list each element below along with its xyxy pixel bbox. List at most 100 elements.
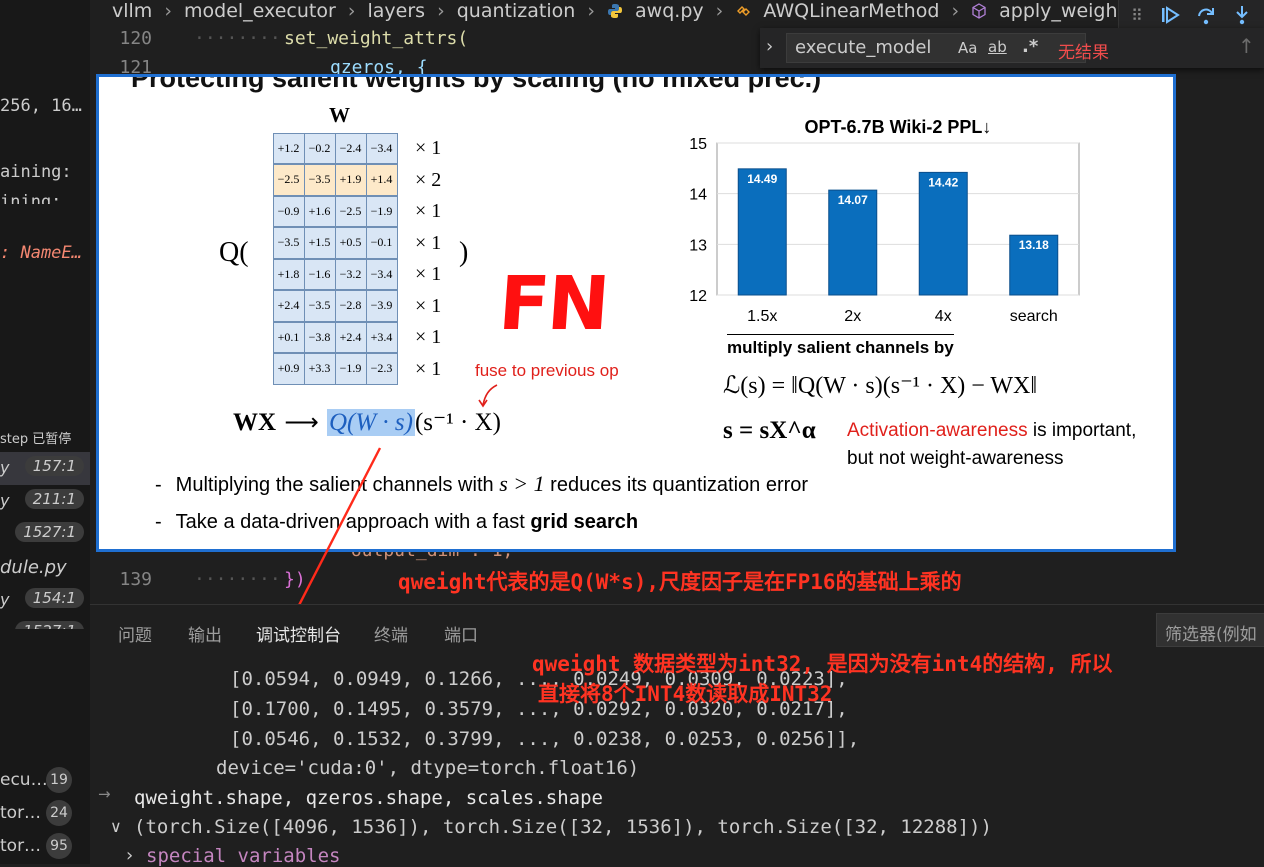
matrix-row: −0.9 +1.6 −2.5 −1.9 × 1: [272, 195, 441, 228]
matrix-cell: −3.5: [272, 227, 305, 259]
awareness-note: Activation-awareness is important, but n…: [847, 417, 1136, 473]
matrix-label: W: [329, 103, 350, 127]
breakpoint-item[interactable]: tor…: [0, 803, 41, 823]
tab-ports[interactable]: 端口: [444, 621, 478, 646]
matrix-row: −3.5 +1.5 +0.5 −0.1 × 1: [272, 227, 441, 260]
breakpoint-item[interactable]: ecu…: [0, 770, 48, 790]
variable-line[interactable]: ining:: [0, 192, 61, 204]
tab-debug-console[interactable]: 调试控制台: [256, 621, 341, 655]
tab-output[interactable]: 输出: [188, 621, 222, 646]
matrix-cell: −2.5: [272, 164, 305, 196]
breadcrumb-item[interactable]: apply_weights: [999, 0, 1120, 22]
callstack-frame[interactable]: y 154:1: [0, 584, 90, 617]
row-multiplier: × 1: [415, 231, 442, 254]
matrix-row: +1.8 −1.6 −3.2 −3.4 × 1: [272, 258, 441, 291]
previous-match-icon[interactable]: ↑: [1238, 34, 1255, 58]
row-multiplier: × 2: [415, 168, 442, 191]
row-multiplier: × 1: [415, 263, 442, 285]
breadcrumb-item[interactable]: quantization: [457, 0, 576, 22]
bar-value-label: 14.42: [928, 175, 958, 189]
matrix-cell: +1.9: [334, 164, 367, 196]
matrix-cell: −0.9: [272, 195, 305, 227]
matrix-cell: −2.4: [334, 132, 367, 164]
code-line[interactable]: }): [284, 569, 306, 590]
input-arrow-icon: →: [98, 785, 111, 803]
quantize-close: ): [459, 237, 469, 268]
handwritten-fn: FN: [495, 261, 611, 347]
matrix-cell: +1.8: [272, 258, 305, 290]
chevron-right-icon[interactable]: ›: [766, 36, 773, 57]
breadcrumb-item[interactable]: AWQLinearMethod: [763, 0, 939, 22]
chevron-right-icon: ›: [164, 0, 172, 22]
step-into-icon[interactable]: [1231, 4, 1253, 30]
matrix-cell: +1.4: [365, 164, 398, 196]
breadcrumb-item[interactable]: awq.py: [635, 0, 704, 22]
breadcrumb-item[interactable]: vllm: [112, 0, 152, 22]
continue-icon[interactable]: [1159, 4, 1181, 30]
line-number: 139: [119, 569, 152, 590]
matrix-row: +2.4 −3.5 −2.8 −3.9 × 1: [272, 290, 441, 323]
step-over-icon[interactable]: [1195, 4, 1217, 30]
x-tick-label: search: [1010, 308, 1058, 325]
breadcrumb-item[interactable]: layers: [367, 0, 425, 22]
quantize-open: Q(: [219, 237, 249, 268]
tab-terminal[interactable]: 终端: [374, 621, 408, 646]
chevron-right-icon[interactable]: ›: [126, 845, 133, 866]
fuse-note: fuse to previous op: [475, 361, 619, 380]
whole-word-toggle[interactable]: ab: [988, 38, 1007, 56]
callstack-thread-status: step 已暂停: [0, 432, 72, 447]
breakpoint-count: 19: [46, 767, 72, 793]
bar-value-label: 14.07: [838, 193, 868, 207]
y-tick-label: 13: [689, 237, 707, 254]
debug-sidebar: 256, 16… aining: ining: : NameE… step 已暂…: [0, 0, 90, 864]
code-line[interactable]: set_weight_attrs(: [284, 28, 468, 49]
chevron-down-icon[interactable]: ∨: [110, 817, 122, 836]
matrix-row: −2.5 −3.5 +1.9 +1.4 × 2: [272, 164, 441, 197]
frame-location: 154:1: [24, 588, 84, 608]
frame-location: 1527:1: [15, 621, 84, 629]
console-filter-input[interactable]: 筛选器(例如: [1156, 613, 1264, 647]
row-multiplier: × 1: [415, 357, 442, 380]
slide-title: Protecting salient weights by scaling (n…: [131, 74, 822, 93]
annotation-note-2-line-1: qweight 数据类型为int32, 是因为没有int4的结构, 所以: [532, 652, 1113, 676]
callstack-frame[interactable]: 1527:1: [0, 518, 90, 551]
x-tick-label: 1.5x: [747, 308, 777, 325]
callstack-frame[interactable]: 1527:1: [0, 617, 90, 629]
y-tick-label: 14: [689, 187, 707, 204]
tab-problems[interactable]: 问题: [118, 621, 152, 646]
awareness-rest: is important,: [1027, 420, 1137, 441]
matrix-cell: −3.5: [303, 290, 336, 322]
callstack-frame[interactable]: y 211:1: [0, 485, 90, 518]
callstack-frame[interactable]: dule.py: [0, 551, 90, 584]
matrix-cell: +2.4: [272, 290, 305, 322]
frame-file: y: [0, 590, 10, 609]
matrix-cell: +1.2: [272, 132, 305, 164]
row-multiplier: × 1: [415, 200, 442, 222]
awq-slide-image: Protecting salient weights by scaling (n…: [96, 74, 1176, 552]
matrix-cell: −3.4: [365, 258, 398, 290]
fuse-arrow: [478, 384, 498, 408]
console-filter-placeholder: 筛选器(例如: [1165, 625, 1257, 645]
matrix-cell: −1.9: [365, 195, 398, 227]
matrix-cell: −1.6: [303, 258, 336, 290]
matrix-cell: −3.9: [365, 290, 398, 322]
matrix-row: +1.2 −0.2 −2.4 −3.4 × 1: [272, 132, 441, 165]
frame-file: dule.py: [0, 557, 67, 578]
drag-handle-icon[interactable]: ⠿: [1131, 6, 1143, 25]
class-icon: [735, 0, 751, 22]
chevron-right-icon: ›: [715, 0, 724, 22]
exception-line[interactable]: : NameE…: [0, 243, 82, 263]
variable-line[interactable]: 256, 16…: [0, 96, 82, 116]
breakpoint-count: 95: [46, 833, 72, 859]
equation-main: WX ⟶ Q(W · s)(s⁻¹ · X): [233, 407, 501, 437]
breadcrumb-item[interactable]: model_executor: [184, 0, 336, 22]
callstack-frame[interactable]: y 157:1: [0, 452, 90, 485]
frame-file: y: [0, 491, 10, 510]
match-case-toggle[interactable]: Aa: [958, 39, 977, 57]
regex-toggle[interactable]: .*: [1022, 36, 1038, 57]
console-result[interactable]: (torch.Size([4096, 1536]), torch.Size([3…: [134, 816, 992, 838]
bullet-1-text-end: reduces its quantization error: [544, 474, 809, 496]
find-input[interactable]: execute_model: [786, 33, 1086, 63]
variable-line[interactable]: aining:: [0, 162, 72, 182]
breakpoint-item[interactable]: tor…: [0, 836, 41, 856]
